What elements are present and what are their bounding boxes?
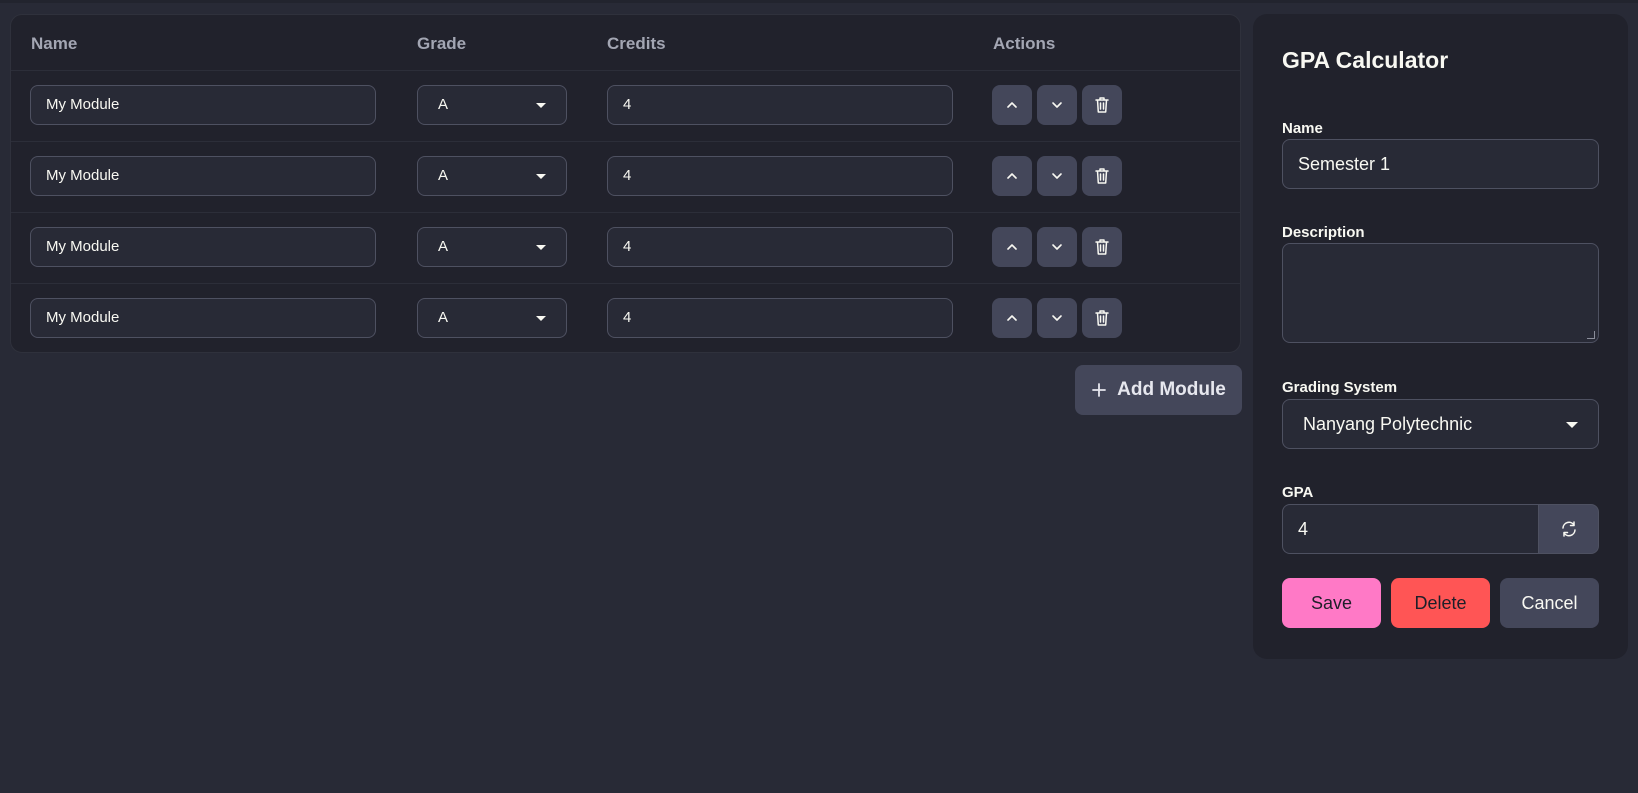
chevron-up-icon bbox=[1007, 102, 1017, 108]
refresh-icon bbox=[1561, 521, 1576, 537]
save-button[interactable]: Save bbox=[1282, 578, 1381, 628]
caret-down-icon bbox=[536, 245, 546, 250]
trash-icon bbox=[1095, 97, 1109, 113]
add-module-label: Add Module bbox=[1117, 379, 1226, 400]
move-up-button[interactable] bbox=[992, 298, 1032, 338]
chevron-up-icon bbox=[1007, 173, 1017, 179]
gpa-input[interactable]: 4 bbox=[1282, 504, 1538, 554]
delete-row-button[interactable] bbox=[1082, 298, 1122, 338]
add-module-button[interactable]: Add Module bbox=[1075, 365, 1242, 415]
name-input[interactable]: Semester 1 bbox=[1282, 139, 1599, 189]
move-down-button[interactable] bbox=[1037, 227, 1077, 267]
chevron-down-icon bbox=[1052, 244, 1062, 250]
move-down-button[interactable] bbox=[1037, 156, 1077, 196]
panel-title: GPA Calculator bbox=[1282, 47, 1449, 73]
table-row: My Module A 4 bbox=[11, 142, 1240, 213]
name-label: Name bbox=[1282, 120, 1323, 137]
credits-input[interactable]: 4 bbox=[607, 156, 953, 196]
chevron-down-icon bbox=[1052, 315, 1062, 321]
grade-value: A bbox=[438, 167, 449, 184]
trash-icon bbox=[1095, 239, 1109, 255]
module-name-input[interactable]: My Module bbox=[30, 156, 376, 196]
module-name-input[interactable]: My Module bbox=[30, 85, 376, 125]
header-grade: Grade bbox=[417, 34, 467, 53]
description-label: Description bbox=[1282, 224, 1365, 241]
delete-row-button[interactable] bbox=[1082, 156, 1122, 196]
description-textarea[interactable] bbox=[1282, 243, 1599, 343]
module-name-input[interactable]: My Module bbox=[30, 227, 376, 267]
grade-select[interactable]: A bbox=[417, 85, 567, 125]
move-up-button[interactable] bbox=[992, 227, 1032, 267]
grade-select[interactable]: A bbox=[417, 156, 567, 196]
header-name: Name bbox=[31, 34, 78, 53]
delete-row-button[interactable] bbox=[1082, 227, 1122, 267]
gpa-label: GPA bbox=[1282, 484, 1314, 501]
top-divider bbox=[0, 0, 1638, 3]
move-down-button[interactable] bbox=[1037, 298, 1077, 338]
grade-value: A bbox=[438, 238, 449, 255]
grade-select[interactable]: A bbox=[417, 298, 567, 338]
delete-row-button[interactable] bbox=[1082, 85, 1122, 125]
grade-value: A bbox=[438, 96, 449, 113]
chevron-up-icon bbox=[1007, 315, 1017, 321]
grade-select[interactable]: A bbox=[417, 227, 567, 267]
header-credits: Credits bbox=[607, 34, 666, 53]
chevron-up-icon bbox=[1007, 244, 1017, 250]
move-up-button[interactable] bbox=[992, 85, 1032, 125]
grade-value: A bbox=[438, 309, 449, 326]
cancel-button[interactable]: Cancel bbox=[1500, 578, 1599, 628]
table-row: My Module A 4 bbox=[11, 213, 1240, 284]
trash-icon bbox=[1095, 310, 1109, 326]
recalculate-button[interactable] bbox=[1538, 504, 1599, 554]
move-down-button[interactable] bbox=[1037, 85, 1077, 125]
chevron-down-icon bbox=[1052, 102, 1062, 108]
delete-button[interactable]: Delete bbox=[1391, 578, 1490, 628]
table-row: My Module A 4 bbox=[11, 284, 1240, 352]
plus-icon bbox=[1092, 383, 1107, 397]
credits-input[interactable]: 4 bbox=[607, 298, 953, 338]
caret-down-icon bbox=[536, 174, 546, 179]
credits-input[interactable]: 4 bbox=[607, 85, 953, 125]
credits-input[interactable]: 4 bbox=[607, 227, 953, 267]
module-name-input[interactable]: My Module bbox=[30, 298, 376, 338]
trash-icon bbox=[1095, 168, 1109, 184]
resize-handle-icon[interactable] bbox=[1587, 331, 1595, 339]
caret-down-icon bbox=[536, 103, 546, 108]
grading-system-label: Grading System bbox=[1282, 379, 1398, 396]
gpa-calculator-panel: GPA Calculator Name Semester 1 Descripti… bbox=[1253, 14, 1628, 659]
table-header: Name Grade Credits Actions bbox=[11, 15, 1240, 71]
grading-system-select[interactable]: Nanyang Polytechnic bbox=[1282, 399, 1599, 449]
caret-down-icon bbox=[536, 316, 546, 321]
move-up-button[interactable] bbox=[992, 156, 1032, 196]
header-actions: Actions bbox=[993, 34, 1056, 53]
modules-table: Name Grade Credits Actions My Module A 4… bbox=[10, 14, 1241, 353]
grading-system-value: Nanyang Polytechnic bbox=[1303, 414, 1473, 434]
table-row: My Module A 4 bbox=[11, 71, 1240, 142]
chevron-down-icon bbox=[1052, 173, 1062, 179]
caret-down-icon bbox=[1566, 422, 1578, 428]
